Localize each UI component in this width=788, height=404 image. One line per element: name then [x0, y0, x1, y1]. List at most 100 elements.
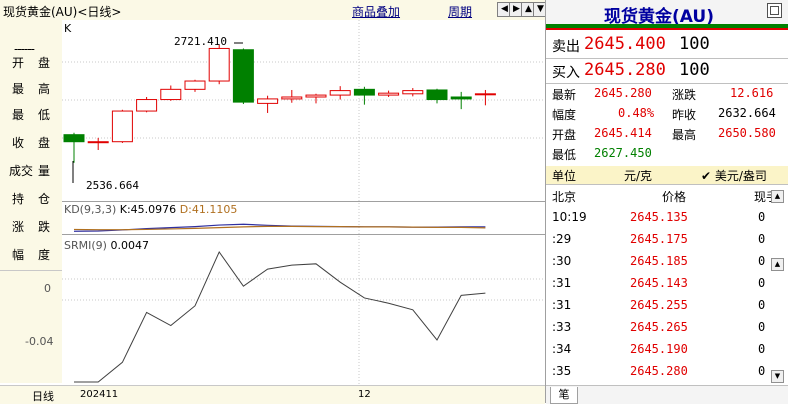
candle-body	[426, 89, 448, 101]
tick-time: :34	[552, 342, 572, 356]
srmi-legend: SRMI(9) 0.0047	[64, 239, 149, 252]
tab-trades[interactable]: 笔	[550, 387, 578, 404]
min-price-label: 2536.664	[86, 179, 139, 192]
tick-time: :35	[552, 364, 572, 378]
divider	[546, 184, 788, 185]
tick-price: 2645.280	[630, 364, 688, 378]
buy-qty: 100	[679, 60, 710, 80]
tick-qty: 0	[758, 276, 766, 290]
divider	[546, 58, 788, 59]
tick-time: :31	[552, 298, 572, 312]
tick-row: 10:19 2645.135 0	[546, 210, 788, 230]
tick-price: 2645.143	[630, 276, 688, 290]
sell-row[interactable]: 卖出 2645.400 100	[546, 34, 788, 56]
chart-area[interactable]: K 2721.410 2536.664 KD(9,3,3) K:45.0976 …	[62, 20, 545, 385]
currency-toggle[interactable]: ✔ 美元/盎司	[701, 167, 767, 184]
tick-price: 2645.175	[630, 232, 688, 246]
divider	[546, 83, 788, 84]
candle-body	[208, 47, 230, 82]
tick-row: :30 2645.185 0	[546, 254, 788, 274]
tick-time: :30	[552, 254, 572, 268]
unit-row: 单位 元/克 ✔ 美元/盎司	[546, 166, 788, 184]
tick-qty: 0	[758, 232, 766, 246]
header-underline-red	[546, 28, 788, 30]
buy-row[interactable]: 买入 2645.280 100	[546, 60, 788, 82]
tick-row: :34 2645.190 0	[546, 342, 788, 362]
tick-qty: 0	[758, 342, 766, 356]
quote-header: 现货黄金(AU)	[546, 0, 788, 27]
y-label-zero: 0	[44, 282, 51, 295]
candle-body	[378, 92, 400, 96]
quote-panel: 现货黄金(AU) 卖出 2645.400 100 买入 2645.280 100…	[545, 0, 788, 404]
tick-time: :33	[552, 320, 572, 334]
candle-body	[160, 88, 182, 101]
sell-price: 2645.400	[584, 34, 666, 54]
period-footer: 日线	[32, 390, 54, 403]
stat-row-range: 幅度 0.48% 昨收 2632.664	[552, 106, 776, 122]
scroll-page-up-icon[interactable]: ▲	[771, 258, 784, 271]
data-window-panel: ------ 开盘 最高 最低 收盘 成交量 持仓 涨跌 幅度 0 -0.04	[0, 20, 63, 383]
tick-price: 2645.255	[630, 298, 688, 312]
kd-lines	[73, 223, 486, 232]
ticks-header: 北京 价格 现手	[552, 190, 779, 204]
sell-qty: 100	[679, 34, 710, 54]
candle-body	[87, 141, 109, 144]
tick-row: :29 2645.175 0	[546, 232, 788, 252]
tick-qty: 0	[758, 364, 766, 378]
period-button[interactable]: 周期	[448, 3, 472, 20]
tick-row: :35 2645.280 0	[546, 364, 788, 384]
bottom-tabbar: 笔	[546, 385, 788, 404]
x-label-dec: 12	[358, 389, 371, 400]
tick-price: 2645.190	[630, 342, 688, 356]
candle-body	[184, 80, 206, 90]
x-label-nov: 202411	[80, 389, 119, 400]
left-divider	[0, 270, 62, 271]
srmi-series-line	[74, 250, 486, 383]
candle-body	[136, 99, 158, 112]
tick-row: :31 2645.143 0	[546, 276, 788, 296]
chart-toolbar: 现货黄金(AU)<日线> 商品叠加 周期 ◀ ▶ ▲ ▼	[0, 0, 548, 21]
tick-time: :31	[552, 276, 572, 290]
candle-body	[450, 96, 472, 100]
tick-qty: 0	[758, 254, 766, 268]
kd-legend: KD(9,3,3) K:45.0976 D:41.1105	[64, 203, 238, 216]
max-price-label: 2721.410	[174, 35, 227, 48]
tick-price: 2645.135	[630, 210, 688, 224]
stat-row-latest: 最新 2645.280 涨跌 12.616	[552, 86, 774, 102]
candlestick-series	[63, 45, 496, 163]
srmi-line	[74, 250, 486, 383]
candle-body	[257, 98, 279, 104]
tick-row: :33 2645.265 0	[546, 320, 788, 340]
tick-row: :31 2645.255 0	[546, 298, 788, 318]
unit-value[interactable]: 元/克	[624, 167, 652, 184]
scroll-up-icon[interactable]: ▲	[771, 190, 784, 203]
candle-body	[402, 90, 424, 95]
overlay-button[interactable]: 商品叠加	[352, 3, 400, 20]
candle-body	[232, 49, 254, 103]
kd-d-line	[73, 225, 486, 231]
tick-qty: 0	[758, 298, 766, 312]
tick-price: 2645.265	[630, 320, 688, 334]
tick-time: 10:19	[552, 210, 587, 224]
pane-divider-1[interactable]	[62, 201, 545, 202]
candle-body	[353, 88, 375, 96]
stat-row-open: 开盘 2645.414 最高 2650.580	[552, 126, 776, 142]
candle-body	[111, 110, 133, 143]
time-axis: 日线 202411 12	[0, 385, 545, 404]
window-icon[interactable]	[767, 3, 782, 18]
tick-qty: 0	[758, 210, 766, 224]
tick-time: :29	[552, 232, 572, 246]
candle-body	[329, 90, 351, 96]
stat-row-low: 最低 2627.450	[552, 146, 652, 162]
check-icon: ✔	[701, 169, 712, 183]
scroll-down-icon[interactable]: ▼	[771, 370, 784, 383]
k-axis-label: K	[64, 22, 72, 35]
pane-divider-2[interactable]	[62, 234, 545, 235]
y-label-neg: -0.04	[25, 335, 54, 348]
candle-body	[305, 94, 327, 98]
buy-price: 2645.280	[584, 60, 666, 80]
candle-body	[281, 96, 303, 100]
tick-price: 2645.185	[630, 254, 688, 268]
chart-title: 现货黄金(AU)<日线>	[3, 5, 122, 19]
candle-body	[63, 134, 85, 143]
